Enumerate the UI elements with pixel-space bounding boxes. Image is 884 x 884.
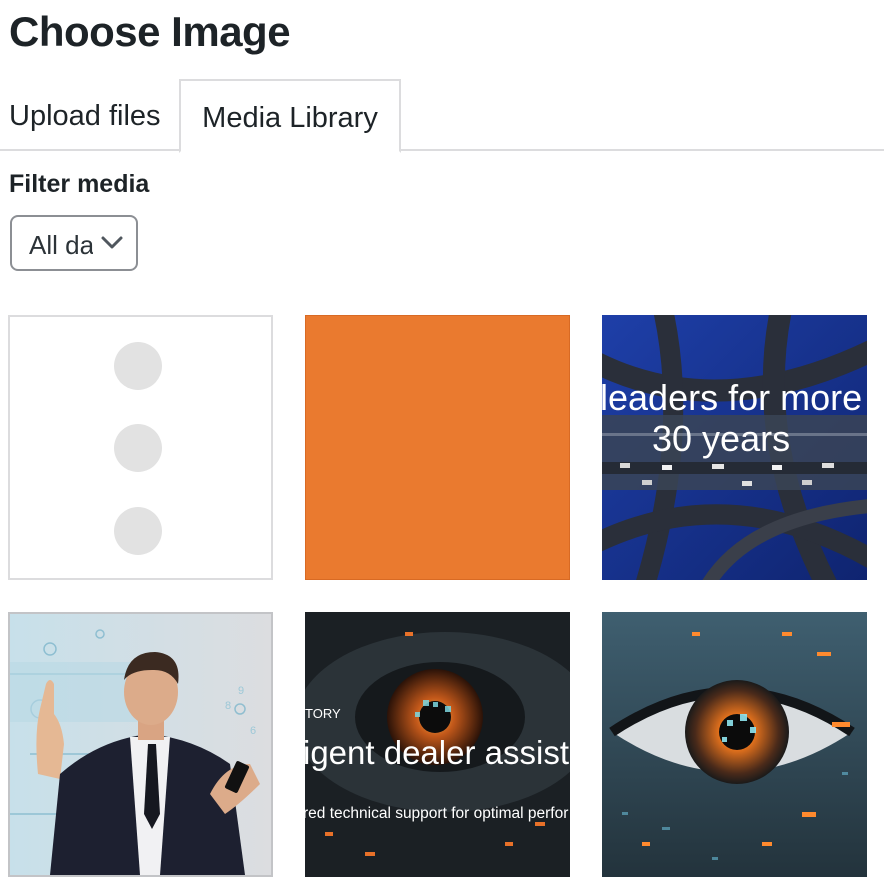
date-filter-value: All dates — [29, 230, 93, 260]
tab-upload-files[interactable]: Upload files — [9, 79, 161, 149]
media-item-businessman[interactable]: 89 6 — [8, 612, 273, 877]
highway-image: leaders for more 30 years — [602, 315, 867, 580]
chevron-down-icon — [101, 236, 123, 249]
page-title: Choose Image — [9, 8, 291, 55]
tabs-divider — [0, 149, 884, 151]
media-item-eye-circuits[interactable] — [602, 612, 867, 877]
media-item-loading[interactable] — [8, 315, 273, 580]
filter-media-label: Filter media — [9, 170, 150, 198]
media-item-highway[interactable]: leaders for more 30 years — [602, 315, 867, 580]
loading-dot — [114, 507, 162, 555]
media-item-orange[interactable] — [305, 315, 570, 580]
tab-media-library[interactable]: Media Library — [179, 79, 401, 153]
media-item-dealer-assistant[interactable]: TORY igent dealer assisto red technical … — [305, 612, 570, 877]
dealer-assistant-image: TORY igent dealer assisto red technical … — [305, 612, 570, 877]
dealer-headline: igent dealer assisto — [305, 734, 570, 771]
businessman-image: 89 6 — [10, 614, 271, 875]
svg-text:8: 8 — [225, 700, 231, 712]
date-filter-select[interactable]: All dates — [10, 215, 138, 271]
loading-dot — [114, 424, 162, 472]
eye-circuits-image — [602, 612, 867, 877]
dealer-eyebrow: TORY — [305, 706, 341, 721]
media-tabs: Upload files Media Library — [0, 79, 884, 153]
svg-text:9: 9 — [238, 685, 244, 697]
loading-dot — [114, 342, 162, 390]
highway-caption-line2: 30 years — [652, 418, 790, 459]
highway-caption-line1: leaders for more — [602, 377, 862, 418]
svg-text:6: 6 — [250, 725, 256, 737]
dealer-subline: red technical support for optimal perfor — [305, 805, 568, 822]
